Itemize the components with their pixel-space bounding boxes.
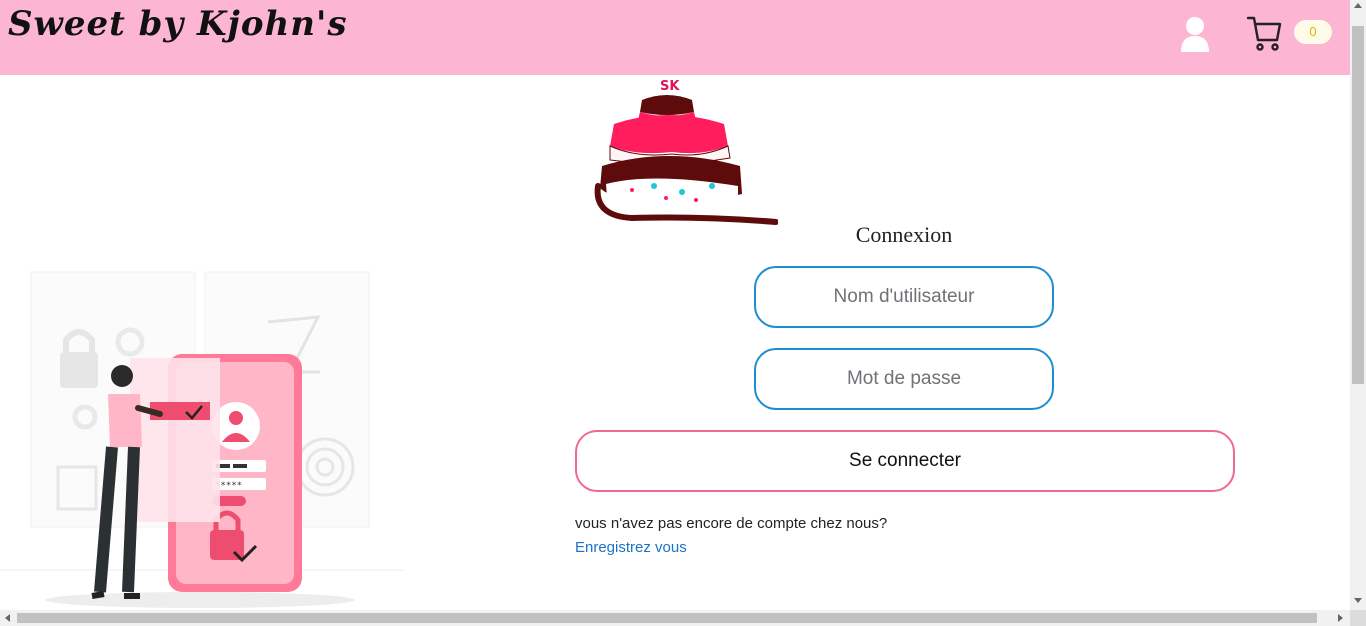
top-header: Sweet by Kjohn's 0	[0, 0, 1350, 75]
password-input[interactable]	[754, 348, 1054, 410]
horizontal-scroll-thumb[interactable]	[17, 613, 1317, 623]
horizontal-scrollbar[interactable]	[0, 610, 1350, 626]
scroll-up-icon[interactable]	[1354, 3, 1362, 8]
login-button[interactable]: Se connecter	[575, 430, 1235, 492]
scroll-left-icon[interactable]	[5, 614, 10, 622]
cart-count-badge[interactable]: 0	[1294, 20, 1332, 44]
cart-icon[interactable]	[1246, 14, 1282, 52]
logo-initials: SK	[660, 79, 680, 94]
vertical-scroll-thumb[interactable]	[1352, 26, 1364, 384]
user-icon[interactable]	[1176, 14, 1214, 54]
scroll-right-icon[interactable]	[1338, 614, 1343, 622]
no-account-text: vous n'avez pas encore de compte chez no…	[575, 515, 888, 532]
vertical-scrollbar[interactable]	[1350, 0, 1366, 610]
cake-logo[interactable]: SK	[592, 76, 778, 226]
scrollbar-corner	[1350, 610, 1366, 626]
register-link[interactable]: Enregistrez vous	[575, 539, 687, 556]
login-title: Connexion	[855, 222, 953, 247]
scroll-down-icon[interactable]	[1354, 598, 1362, 603]
login-illustration: *****	[0, 271, 405, 608]
brand-logo-text[interactable]: Sweet by Kjohn's	[8, 4, 348, 44]
username-input[interactable]	[754, 266, 1054, 328]
